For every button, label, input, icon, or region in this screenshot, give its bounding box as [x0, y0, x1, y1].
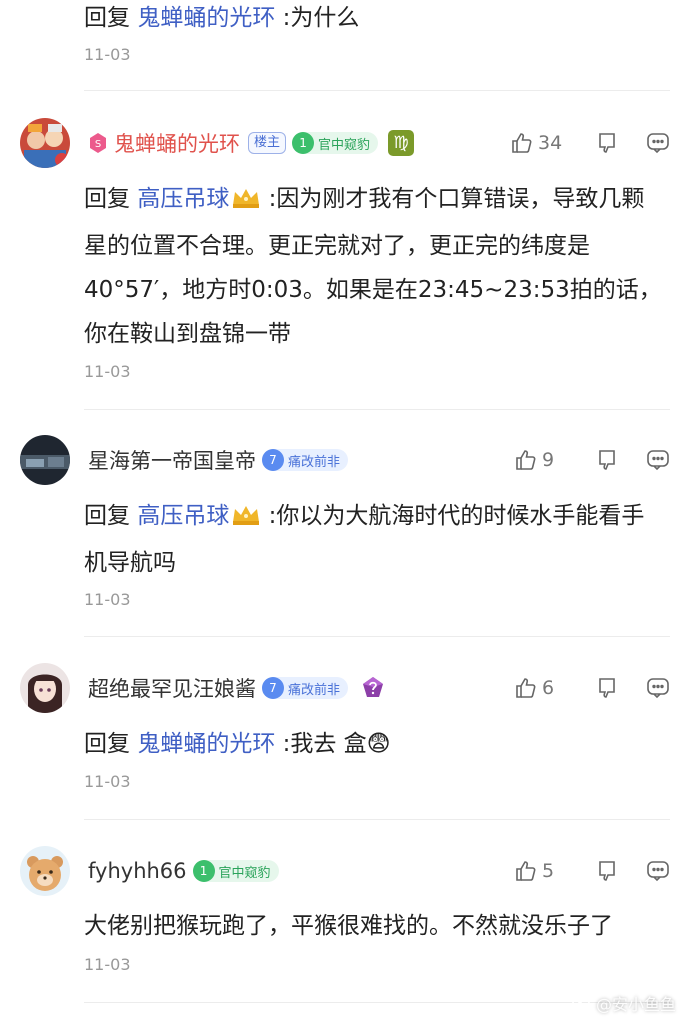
- fan-badge-name: 痛改前非: [288, 454, 341, 470]
- comment-text: :为什么: [282, 5, 360, 31]
- fan-badge-name: 官中窥豹: [218, 865, 271, 881]
- more-button[interactable]: [636, 448, 670, 472]
- comment-text: :我去 盒😨: [282, 731, 391, 757]
- comment-time: 11-03: [84, 45, 131, 64]
- comment-body: 回复 高压吊球 :你以为大航海时代的时候水手能看手机导航吗: [84, 494, 662, 585]
- thumbs-up-icon: [514, 676, 538, 700]
- comment-bubble-icon: [646, 131, 670, 155]
- like-button[interactable]: 5: [510, 859, 578, 883]
- like-count: 5: [542, 860, 555, 882]
- comment-header: 超绝最罕见汪娘酱 7 痛改前非: [88, 673, 386, 703]
- divider: [84, 636, 670, 637]
- fan-level: 7: [262, 677, 284, 699]
- comment-body: 回复 鬼蝉蛹的光环 :为什么: [84, 0, 662, 40]
- more-button[interactable]: [636, 676, 670, 700]
- comment-bubble-icon: [646, 859, 670, 883]
- weibo-icon: [572, 993, 592, 1013]
- comment-time: 11-03: [84, 772, 131, 791]
- thumbs-down-icon: [595, 448, 619, 472]
- comment-header: 星海第一帝国皇帝 7 痛改前非: [88, 445, 349, 475]
- like-button[interactable]: 34: [510, 131, 578, 155]
- like-count: 34: [538, 132, 563, 154]
- avatar[interactable]: [20, 663, 70, 713]
- username[interactable]: 鬼蝉蛹的光环: [114, 128, 240, 158]
- comment-time: 11-03: [84, 362, 131, 381]
- divider: [84, 819, 670, 820]
- more-button[interactable]: [636, 859, 670, 883]
- dislike-button[interactable]: [578, 676, 636, 700]
- thumbs-up-icon: [514, 448, 538, 472]
- thumbs-up-icon: [514, 859, 538, 883]
- comment-actions: 9: [510, 443, 670, 477]
- virgo-icon: ♍: [388, 130, 415, 156]
- reply-label: 回复: [84, 5, 130, 31]
- reply-target-link[interactable]: 高压吊球: [137, 503, 229, 529]
- avatar[interactable]: [20, 118, 70, 168]
- reply-label: 回复: [84, 186, 130, 212]
- comment-time: 11-03: [84, 590, 131, 609]
- thumbs-down-icon: [595, 859, 619, 883]
- avatar[interactable]: [20, 846, 70, 896]
- comment-body: 回复 鬼蝉蛹的光环 :我去 盒😨: [84, 722, 662, 766]
- reply-label: 回复: [84, 731, 130, 757]
- watermark-text: @安小鱼鱼: [595, 995, 676, 1014]
- comment-header: fyhyhh66 1 官中窥豹: [88, 856, 279, 886]
- comment-bubble-icon: [646, 676, 670, 700]
- fan-badge: 7 痛改前非: [262, 449, 349, 471]
- comment-actions: 34: [510, 126, 670, 160]
- fan-badge-name: 痛改前非: [288, 682, 341, 698]
- reply-target-link[interactable]: 鬼蝉蛹的光环: [137, 5, 275, 31]
- fan-badge: 1 官中窥豹: [292, 132, 379, 154]
- like-button[interactable]: 6: [510, 676, 578, 700]
- divider: [84, 90, 670, 91]
- comment-body: 大佬别把猴玩跑了，平猴很难找的。不然就没乐子了: [84, 904, 662, 948]
- fan-level: 7: [262, 449, 284, 471]
- avatar[interactable]: [20, 435, 70, 485]
- username[interactable]: 星海第一帝国皇帝: [88, 445, 256, 475]
- thumbs-down-icon: [595, 676, 619, 700]
- dislike-button[interactable]: [578, 448, 636, 472]
- comment-actions: 6: [510, 671, 670, 705]
- fan-level: 1: [292, 132, 315, 154]
- more-button[interactable]: [636, 131, 670, 155]
- comment-actions: 5: [510, 854, 670, 888]
- comment-time: 11-03: [84, 955, 131, 974]
- like-count: 6: [542, 677, 555, 699]
- gem-icon: [360, 675, 386, 701]
- reply-target-link[interactable]: 高压吊球: [137, 186, 229, 212]
- dislike-button[interactable]: [578, 131, 636, 155]
- thumbs-down-icon: [595, 131, 619, 155]
- vip-icon: S: [88, 132, 108, 154]
- divider: [84, 409, 670, 410]
- like-button[interactable]: 9: [510, 448, 578, 472]
- crown-icon: [231, 497, 261, 541]
- svg-text:S: S: [95, 139, 101, 150]
- comment-header: S 鬼蝉蛹的光环 楼主 1 官中窥豹 ♍: [88, 128, 415, 158]
- username[interactable]: 超绝最罕见汪娘酱: [88, 673, 256, 703]
- comment-text: 大佬别把猴玩跑了，平猴很难找的。不然就没乐子了: [84, 913, 613, 939]
- watermark: @安小鱼鱼: [572, 991, 676, 1015]
- reply-target-link[interactable]: 鬼蝉蛹的光环: [137, 731, 275, 757]
- op-tag: 楼主: [248, 132, 287, 154]
- reply-label: 回复: [84, 503, 130, 529]
- fan-badge-name: 官中窥豹: [318, 137, 371, 153]
- fan-badge: 7 痛改前非: [262, 677, 349, 699]
- comment-bubble-icon: [646, 448, 670, 472]
- comment-body: 回复 高压吊球 :因为刚才我有个口算错误，导致几颗星的位置不合理。更正完就对了，…: [84, 177, 662, 356]
- dislike-button[interactable]: [578, 859, 636, 883]
- fan-level: 1: [192, 860, 215, 882]
- fan-badge: 1 官中窥豹: [192, 860, 279, 882]
- crown-icon: [231, 180, 261, 224]
- username[interactable]: fyhyhh66: [88, 859, 187, 883]
- like-count: 9: [542, 449, 555, 471]
- thumbs-up-icon: [510, 131, 534, 155]
